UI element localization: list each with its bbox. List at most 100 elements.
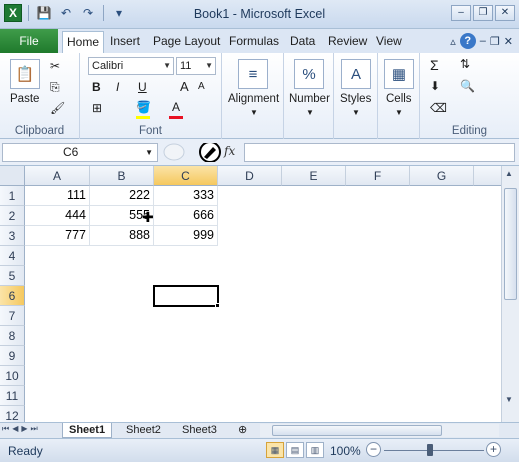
tab-review[interactable]: Review <box>324 31 371 53</box>
alignment-icon[interactable]: ≡ <box>238 59 268 89</box>
row-header-10[interactable]: 10 <box>0 366 25 386</box>
insert-function-button[interactable]: fx <box>224 144 235 158</box>
row-header-11[interactable]: 11 <box>0 386 25 406</box>
italic-button[interactable]: I <box>116 80 119 94</box>
vertical-scroll-thumb[interactable] <box>504 188 517 300</box>
row-header-7[interactable]: 7 <box>0 306 25 326</box>
doc-close-icon[interactable]: ✕ <box>504 35 513 48</box>
normal-view-icon[interactable]: ▦ <box>266 442 284 458</box>
cell-c1[interactable]: 333 <box>154 186 218 206</box>
next-sheet-icon[interactable]: ▶ <box>21 424 27 434</box>
styles-button[interactable]: Styles <box>340 93 371 105</box>
row-header-4[interactable]: 4 <box>0 246 25 266</box>
fill-color-icon[interactable]: 🪣 <box>136 100 151 114</box>
help-icon[interactable]: ? <box>459 33 476 49</box>
zoom-slider-thumb[interactable] <box>427 444 433 456</box>
cells-button[interactable]: Cells <box>386 93 412 105</box>
autosum-button[interactable]: Σ <box>430 57 439 73</box>
column-header-c[interactable]: C <box>154 166 218 186</box>
zoom-level[interactable]: 100% <box>330 444 361 458</box>
cut-icon[interactable]: ✂ <box>50 59 60 73</box>
font-name-combo[interactable]: Calibri ▼ <box>88 57 174 75</box>
vertical-scrollbar[interactable]: ▲ ▼ <box>501 166 519 422</box>
paste-button[interactable]: Paste <box>10 93 39 105</box>
column-header-e[interactable]: E <box>282 166 346 186</box>
cell-c3[interactable]: 999 <box>154 226 218 246</box>
cell-a2[interactable]: 444 <box>25 206 90 226</box>
row-header-5[interactable]: 5 <box>0 266 25 286</box>
styles-icon[interactable]: A <box>341 59 371 89</box>
bold-button[interactable]: B <box>92 80 101 94</box>
number-icon[interactable]: % <box>294 59 324 89</box>
horizontal-scrollbar[interactable] <box>260 424 499 437</box>
tab-formulas[interactable]: Formulas <box>225 31 283 53</box>
horizontal-scroll-thumb[interactable] <box>272 425 442 436</box>
scroll-down-icon[interactable]: ▼ <box>505 395 513 404</box>
font-color-button[interactable]: A <box>172 100 180 114</box>
sheet-tab-sheet3[interactable]: Sheet3 <box>176 423 223 438</box>
format-painter-icon[interactable]: 🖌 <box>50 101 65 115</box>
fill-handle[interactable] <box>215 303 220 308</box>
scroll-up-icon[interactable]: ▲ <box>505 169 513 178</box>
underline-button[interactable]: U <box>138 80 147 94</box>
active-cell-c6[interactable] <box>153 285 219 307</box>
formula-input[interactable] <box>244 143 515 162</box>
minimize-icon[interactable]: – <box>451 5 471 21</box>
tab-view[interactable]: View <box>372 31 406 53</box>
page-break-view-icon[interactable]: ▥ <box>306 442 324 458</box>
sheet-tab-sheet1[interactable]: Sheet1 <box>62 423 113 438</box>
column-header-f[interactable]: F <box>346 166 410 186</box>
close-icon[interactable]: ✕ <box>495 5 515 21</box>
page-layout-view-icon[interactable]: ▤ <box>286 442 304 458</box>
row-header-12[interactable]: 12 <box>0 406 25 422</box>
first-sheet-icon[interactable]: ⏮ <box>2 424 9 434</box>
row-header-9[interactable]: 9 <box>0 346 25 366</box>
name-box[interactable]: C6 ▼ <box>2 143 158 162</box>
doc-minimize-icon[interactable]: – <box>480 35 486 47</box>
minimize-ribbon-icon[interactable]: ▵ <box>450 35 456 48</box>
number-button[interactable]: Number <box>289 93 330 105</box>
tab-insert[interactable]: Insert <box>106 31 144 53</box>
row-header-1[interactable]: 1 <box>0 186 25 206</box>
column-header-b[interactable]: B <box>90 166 154 186</box>
shrink-font-button[interactable]: A <box>198 81 205 92</box>
clear-icon[interactable]: ⌫ <box>430 101 447 115</box>
sort-filter-icon[interactable]: ⇅ <box>460 57 470 71</box>
prev-sheet-icon[interactable]: ◀ <box>12 424 18 434</box>
select-all-corner[interactable] <box>0 166 25 186</box>
grow-font-button[interactable]: A <box>180 79 189 94</box>
column-header-a[interactable]: A <box>25 166 90 186</box>
font-size-combo[interactable]: 11 ▼ <box>176 57 216 75</box>
cells-icon[interactable]: ▦ <box>384 59 414 89</box>
zoom-slider-track[interactable] <box>384 450 484 451</box>
column-header-d[interactable]: D <box>218 166 282 186</box>
zoom-in-button[interactable]: + <box>486 442 501 457</box>
paste-icon[interactable]: 📋 <box>10 59 40 89</box>
styles-dropdown-icon[interactable]: ▼ <box>352 108 360 117</box>
column-header-h-partial[interactable] <box>474 166 501 186</box>
worksheet-grid[interactable]: A B C D E F G 1 2 3 4 5 6 7 8 9 10 11 12… <box>0 166 501 422</box>
tab-data[interactable]: Data <box>286 31 319 53</box>
row-header-8[interactable]: 8 <box>0 326 25 346</box>
find-select-icon[interactable]: 🔍 <box>460 79 475 93</box>
fill-icon[interactable]: ⬇ <box>430 79 440 93</box>
insert-sheet-icon[interactable]: ⊕ <box>232 423 253 438</box>
tab-file[interactable]: File <box>0 29 58 53</box>
row-header-2[interactable]: 2 <box>0 206 25 226</box>
cell-a3[interactable]: 777 <box>25 226 90 246</box>
number-dropdown-icon[interactable]: ▼ <box>306 108 314 117</box>
row-header-3[interactable]: 3 <box>0 226 25 246</box>
borders-icon[interactable]: ⊞ <box>92 101 102 115</box>
cells-dropdown-icon[interactable]: ▼ <box>395 108 403 117</box>
restore-icon[interactable]: ❐ <box>473 5 493 21</box>
cell-a1[interactable]: 111 <box>25 186 90 206</box>
doc-restore-icon[interactable]: ❐ <box>490 35 500 48</box>
alignment-dropdown-icon[interactable]: ▼ <box>250 108 258 117</box>
last-sheet-icon[interactable]: ⏭ <box>31 424 38 434</box>
sheet-tab-sheet2[interactable]: Sheet2 <box>120 423 167 438</box>
tab-home[interactable]: Home <box>62 31 105 53</box>
cell-c2[interactable]: 666 <box>154 206 218 226</box>
alignment-button[interactable]: Alignment <box>228 93 279 105</box>
name-box-dropdown-icon[interactable]: ▼ <box>145 144 153 161</box>
zoom-out-button[interactable]: − <box>366 442 381 457</box>
